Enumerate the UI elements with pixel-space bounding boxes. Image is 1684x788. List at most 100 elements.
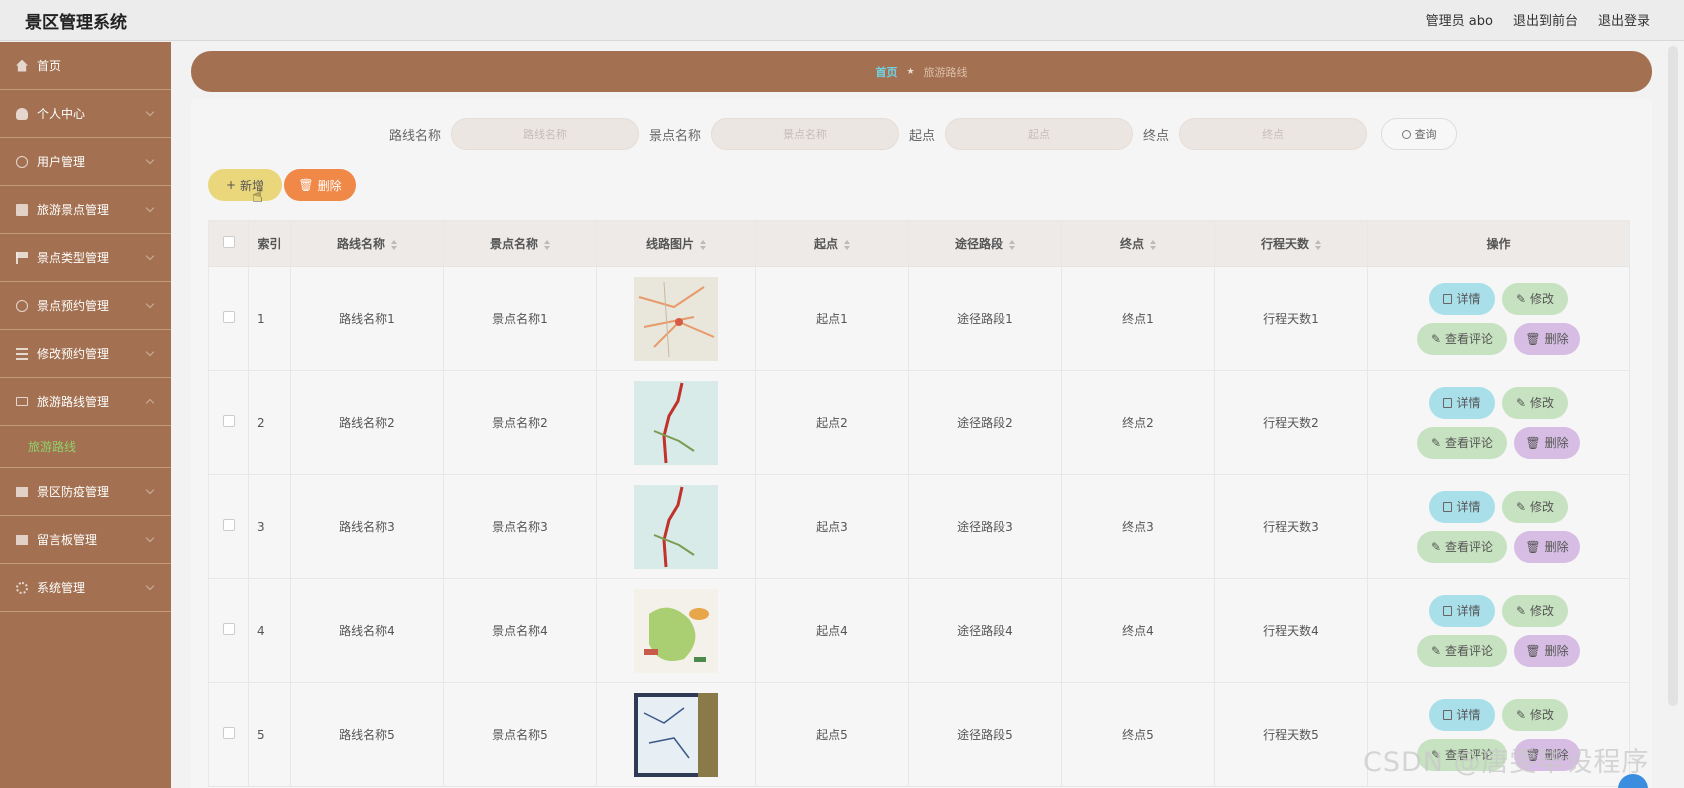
col-label: 景点名称 xyxy=(489,237,538,251)
sidebar-item-profile[interactable]: 个人中心 xyxy=(0,90,171,138)
row-actions-line: 详情 ✎ 修改 xyxy=(1429,594,1568,627)
spot-name-input[interactable] xyxy=(711,118,900,150)
route-map-image[interactable] xyxy=(634,692,718,777)
breadcrumb-current: 旅游路线 xyxy=(923,65,968,79)
cell-end: 终点4 xyxy=(1061,578,1215,683)
detail-label: 详情 xyxy=(1456,396,1481,410)
trash-icon: 🗑 xyxy=(1525,331,1541,346)
start-input[interactable] xyxy=(945,118,1134,150)
sidebar-item-epidemic[interactable]: 景区防疫管理 xyxy=(0,468,171,516)
sidebar-item-guestbook[interactable]: 留言板管理 xyxy=(0,516,171,564)
row-select-cell xyxy=(208,682,249,787)
row-delete-button[interactable]: 🗑 删除 xyxy=(1514,530,1580,563)
document-icon xyxy=(16,203,28,216)
chevron-down-icon xyxy=(145,251,155,261)
select-all-checkbox[interactable] xyxy=(222,236,235,248)
view-comments-button[interactable]: ✎ 查看评论 xyxy=(1417,634,1507,667)
row-actions: 详情 ✎ 修改 ✎ 查看评论 🗑 删除 xyxy=(1368,594,1629,667)
row-delete-button[interactable]: 🗑 删除 xyxy=(1514,322,1580,355)
col-start[interactable]: 起点 xyxy=(755,220,909,267)
sidebar-item-system[interactable]: 系统管理 xyxy=(0,564,171,612)
list-icon xyxy=(16,347,28,360)
route-name-input[interactable] xyxy=(451,118,640,150)
col-index: 索引 xyxy=(248,220,291,267)
chevron-down-icon xyxy=(145,347,155,357)
cell-end: 终点1 xyxy=(1061,266,1215,371)
col-actions: 操作 xyxy=(1367,220,1630,267)
edit-button[interactable]: ✎ 修改 xyxy=(1502,282,1568,315)
detail-button[interactable]: 详情 xyxy=(1429,594,1495,627)
row-delete-button[interactable]: 🗑 删除 xyxy=(1514,426,1580,459)
col-route-image[interactable]: 线路图片 xyxy=(596,220,756,267)
route-map-image[interactable] xyxy=(634,276,718,361)
query-button[interactable]: 查询 xyxy=(1381,118,1458,150)
user-label[interactable]: 管理员 abo xyxy=(1426,10,1493,29)
batch-delete-button[interactable]: 🗑 删除 xyxy=(284,169,356,201)
sort-icon[interactable] xyxy=(1315,239,1321,250)
col-days[interactable]: 行程天数 xyxy=(1214,220,1368,267)
cell-actions: 详情 ✎ 修改 ✎ 查看评论 🗑 删除 xyxy=(1367,370,1630,475)
row-actions-line: ✎ 查看评论 🗑 删除 xyxy=(1417,322,1580,355)
row-checkbox[interactable] xyxy=(222,727,235,739)
chevron-down-icon xyxy=(145,533,155,543)
sidebar-item-modify-reservations[interactable]: 修改预约管理 xyxy=(0,330,171,378)
row-checkbox[interactable] xyxy=(222,311,235,323)
start-label: 起点 xyxy=(909,128,936,144)
sort-icon[interactable] xyxy=(391,239,397,250)
detail-button[interactable]: 详情 xyxy=(1429,698,1495,731)
to-front-link[interactable]: 退出到前台 xyxy=(1513,10,1578,29)
edit-button[interactable]: ✎ 修改 xyxy=(1502,386,1568,419)
sidebar-item-spot-types[interactable]: 景点类型管理 xyxy=(0,234,171,282)
trash-icon: 🗑 xyxy=(1525,435,1541,450)
sort-icon[interactable] xyxy=(844,239,850,250)
route-name-label: 路线名称 xyxy=(389,128,442,144)
sidebar-item-spots[interactable]: 旅游景点管理 xyxy=(0,186,171,234)
cell-spot-name: 景点名称2 xyxy=(443,370,597,475)
edit-button[interactable]: ✎ 修改 xyxy=(1502,698,1568,731)
comment-label: 查看评论 xyxy=(1445,644,1494,658)
edit-button[interactable]: ✎ 修改 xyxy=(1502,594,1568,627)
sort-icon[interactable] xyxy=(544,239,550,250)
logout-link[interactable]: 退出登录 xyxy=(1598,10,1650,29)
view-comments-button[interactable]: ✎ 查看评论 xyxy=(1417,322,1507,355)
view-comments-button[interactable]: ✎ 查看评论 xyxy=(1417,530,1507,563)
cell-actions: 详情 ✎ 修改 ✎ 查看评论 🗑 删除 xyxy=(1367,474,1630,579)
col-spot-name[interactable]: 景点名称 xyxy=(443,220,597,267)
row-actions-line: 详情 ✎ 修改 xyxy=(1429,282,1568,315)
sort-icon[interactable] xyxy=(700,239,706,250)
table-row: 2 路线名称2 景点名称2 起点2 途径路段2 终点2 行程天数2 详情 ✎ 修改… xyxy=(208,370,1630,475)
add-button[interactable]: + 新增 xyxy=(208,169,282,201)
route-map-image[interactable] xyxy=(634,380,718,465)
sidebar-item-users[interactable]: 用户管理 xyxy=(0,138,171,186)
col-end[interactable]: 终点 xyxy=(1061,220,1215,267)
sidebar-item-routes[interactable]: 旅游路线管理 xyxy=(0,378,171,426)
sidebar-item-reservations[interactable]: 景点预约管理 xyxy=(0,282,171,330)
cell-spot-name: 景点名称3 xyxy=(443,474,597,579)
row-checkbox[interactable] xyxy=(222,415,235,427)
col-label: 索引 xyxy=(257,237,282,251)
sort-icon[interactable] xyxy=(1009,239,1015,250)
cell-via: 途径路段2 xyxy=(908,370,1062,475)
edit-label: 修改 xyxy=(1530,500,1555,514)
sort-icon[interactable] xyxy=(1150,239,1156,250)
breadcrumb-home[interactable]: 首页 xyxy=(875,64,897,80)
end-input[interactable] xyxy=(1179,118,1368,150)
row-checkbox[interactable] xyxy=(222,623,235,635)
view-comments-button[interactable]: ✎ 查看评论 xyxy=(1417,426,1507,459)
route-map-image[interactable] xyxy=(634,484,718,569)
row-checkbox[interactable] xyxy=(222,519,235,531)
detail-button[interactable]: 详情 xyxy=(1429,386,1495,419)
detail-button[interactable]: 详情 xyxy=(1429,282,1495,315)
detail-button[interactable]: 详情 xyxy=(1429,490,1495,523)
detail-label: 详情 xyxy=(1456,500,1481,514)
sidebar-item-home[interactable]: 首页 xyxy=(0,42,171,90)
page-scrollbar[interactable] xyxy=(1668,46,1678,706)
cell-start: 起点4 xyxy=(755,578,909,683)
route-map-image[interactable] xyxy=(634,588,718,673)
col-route-name[interactable]: 路线名称 xyxy=(290,220,444,267)
cell-route-name: 路线名称5 xyxy=(290,682,444,787)
row-delete-button[interactable]: 🗑 删除 xyxy=(1514,634,1580,667)
edit-button[interactable]: ✎ 修改 xyxy=(1502,490,1568,523)
sidebar-subitem-routes[interactable]: 旅游路线 xyxy=(0,426,171,468)
col-via[interactable]: 途径路段 xyxy=(908,220,1062,267)
